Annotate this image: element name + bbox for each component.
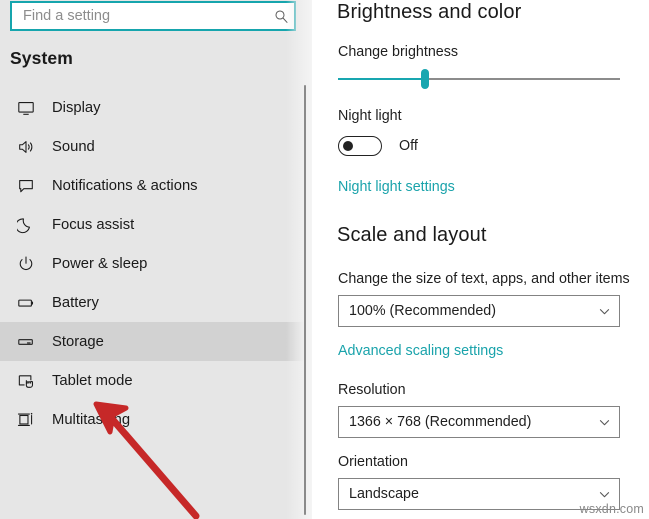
settings-window: System Display xyxy=(0,0,649,519)
chevron-down-icon[interactable] xyxy=(589,305,619,318)
storage-drive-icon xyxy=(13,329,39,355)
toggle-knob xyxy=(343,141,353,151)
chevron-down-icon[interactable] xyxy=(589,488,619,501)
sidebar-item-display[interactable]: Display xyxy=(0,88,312,127)
slider-thumb[interactable] xyxy=(421,69,429,89)
speaker-icon xyxy=(13,134,39,160)
sidebar-item-label: Power & sleep xyxy=(52,255,148,272)
change-brightness-label: Change brightness xyxy=(338,44,459,60)
night-light-state-label: Off xyxy=(399,138,418,154)
sidebar-item-power-sleep[interactable]: Power & sleep xyxy=(0,244,312,283)
battery-icon xyxy=(13,290,39,316)
sidebar-item-label: Display xyxy=(52,99,101,116)
sidebar-item-sound[interactable]: Sound xyxy=(0,127,312,166)
sidebar-item-multitasking[interactable]: Multitasking xyxy=(0,400,312,439)
slider-fill xyxy=(338,78,426,80)
resolution-label: Resolution xyxy=(338,382,406,398)
sidebar-item-focus-assist[interactable]: Focus assist xyxy=(0,205,312,244)
sidebar-item-label: Sound xyxy=(52,138,95,155)
night-light-toggle[interactable] xyxy=(338,136,382,156)
multitasking-icon xyxy=(13,407,39,433)
night-light-settings-link[interactable]: Night light settings xyxy=(338,179,455,195)
sidebar-section-title: System xyxy=(10,48,73,68)
night-light-toggle-row: Off xyxy=(338,136,418,156)
scale-dropdown[interactable]: 100% (Recommended) xyxy=(338,295,620,327)
sidebar-item-label: Notifications & actions xyxy=(52,177,198,194)
sidebar-item-storage[interactable]: Storage xyxy=(0,322,312,361)
chat-bubble-icon xyxy=(13,173,39,199)
tablet-hand-icon xyxy=(13,368,39,394)
sidebar-scrollbar-thumb[interactable] xyxy=(304,85,306,515)
moon-icon xyxy=(13,212,39,238)
settings-content-panel: Brightness and color Change brightness N… xyxy=(312,0,649,519)
advanced-scaling-settings-link[interactable]: Advanced scaling settings xyxy=(338,343,503,359)
sidebar-item-notifications[interactable]: Notifications & actions xyxy=(0,166,312,205)
sidebar-item-label: Tablet mode xyxy=(52,372,133,389)
sidebar-item-label: Storage xyxy=(52,333,104,350)
orientation-dropdown-value: Landscape xyxy=(349,486,419,502)
scale-dropdown-value: 100% (Recommended) xyxy=(349,303,497,319)
scale-section-heading: Scale and layout xyxy=(337,224,487,246)
resolution-dropdown[interactable]: 1366 × 768 (Recommended) xyxy=(338,406,620,438)
chevron-down-icon[interactable] xyxy=(589,416,619,429)
night-light-label: Night light xyxy=(338,108,402,124)
brightness-slider[interactable] xyxy=(338,68,620,90)
watermark: wsxdn.com xyxy=(579,502,644,516)
search-box[interactable] xyxy=(10,1,296,31)
search-icon[interactable] xyxy=(268,3,294,29)
settings-sidebar: System Display xyxy=(0,0,312,519)
sidebar-item-label: Focus assist xyxy=(52,216,135,233)
resolution-dropdown-value: 1366 × 768 (Recommended) xyxy=(349,414,532,430)
sidebar-item-battery[interactable]: Battery xyxy=(0,283,312,322)
sidebar-item-label: Multitasking xyxy=(52,411,131,428)
sidebar-scrollbar-track[interactable] xyxy=(304,0,309,519)
search-input[interactable] xyxy=(12,3,268,29)
sidebar-item-tablet-mode[interactable]: Tablet mode xyxy=(0,361,312,400)
brightness-section-heading: Brightness and color xyxy=(337,1,522,23)
sidebar-nav-list: Display Sound Notifications & actions Fo… xyxy=(0,88,312,439)
orientation-dropdown[interactable]: Landscape xyxy=(338,478,620,510)
monitor-icon xyxy=(13,95,39,121)
orientation-label: Orientation xyxy=(338,454,408,470)
sidebar-item-label: Battery xyxy=(52,294,99,311)
power-icon xyxy=(13,251,39,277)
scale-size-label: Change the size of text, apps, and other… xyxy=(338,271,630,287)
